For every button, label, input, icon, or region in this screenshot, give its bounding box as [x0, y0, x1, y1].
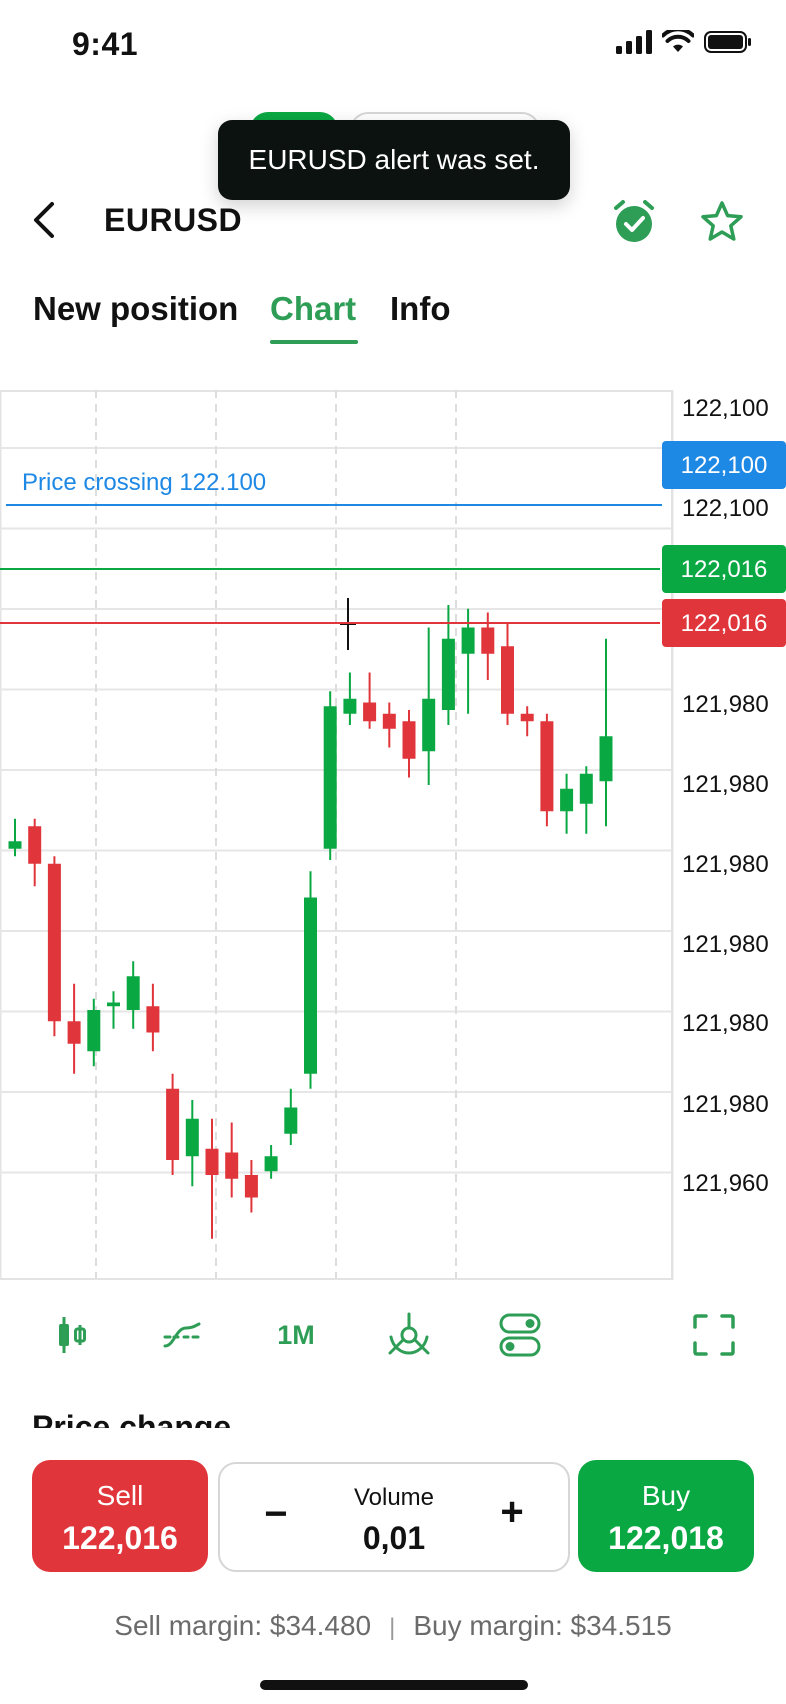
chart-type-button[interactable]: [52, 1310, 92, 1360]
candle-body: [166, 1088, 180, 1160]
buy-label: Buy: [641, 1480, 691, 1511]
volume-stepper: − Volume 0,01 +: [218, 1462, 570, 1572]
candle-body: [67, 1021, 81, 1044]
candle-body: [8, 841, 22, 849]
margin-separator: |: [389, 1614, 396, 1641]
candle-body: [87, 1010, 101, 1052]
sell-margin: Sell margin: $34.480: [114, 1610, 372, 1641]
sell-price: 122,016: [62, 1520, 178, 1556]
y-axis-label: 121,960: [682, 1170, 769, 1197]
candle-body: [501, 646, 514, 714]
timeframe-button[interactable]: 1M: [268, 1310, 324, 1360]
alert-label: Price crossing 122.100: [22, 469, 266, 496]
candle-body: [363, 702, 377, 722]
page-title: EURUSD: [104, 202, 243, 238]
price-change-heading-text: Price change: [32, 1410, 232, 1428]
signal-icon: [616, 30, 652, 54]
candle-body: [225, 1152, 239, 1179]
y-axis-label: 121,980: [682, 851, 769, 878]
tab-new-position[interactable]: New position: [33, 290, 238, 328]
volume-increase-button[interactable]: +: [492, 1490, 532, 1540]
candle-body: [107, 1002, 120, 1007]
drawing-tools-button[interactable]: [384, 1310, 434, 1360]
chart-area[interactable]: Price crossing 122.100 122,100 122,100 121…: [0, 390, 786, 1282]
candle-body: [146, 1006, 160, 1033]
y-axis-label: 121,980: [682, 1091, 769, 1118]
buy-price-tag: 122,016: [681, 556, 768, 583]
y-axis-label: 121,980: [682, 931, 769, 958]
sell-price-tag: 122,016: [681, 610, 768, 637]
favorite-button[interactable]: [698, 198, 746, 246]
y-axis-label: 121,980: [682, 691, 769, 718]
tab-chart[interactable]: Chart: [270, 290, 356, 328]
candle-body: [244, 1175, 258, 1198]
fullscreen-icon: [693, 1314, 735, 1356]
tab-info[interactable]: Info: [390, 290, 450, 328]
alarm-check-icon: [614, 200, 654, 242]
home-indicator: [260, 1680, 528, 1690]
chart-settings-button[interactable]: [498, 1310, 542, 1360]
y-axis-label: 121,980: [682, 771, 769, 798]
candle-body: [382, 713, 396, 729]
tabs: New position Chart Info: [0, 290, 786, 350]
toast-message: EURUSD alert was set.: [248, 144, 540, 175]
candle-body: [284, 1107, 298, 1134]
candle-body: [520, 713, 534, 722]
alert-price-tag: 122,100: [681, 452, 768, 479]
y-axis-label: 122,100: [682, 395, 769, 422]
candle-body: [461, 627, 475, 654]
candle-body: [185, 1118, 199, 1157]
candle-body: [441, 638, 455, 710]
candlestick-icon: [59, 1317, 86, 1353]
wifi-icon: [662, 30, 694, 52]
margin-info: Sell margin: $34.480 | Buy margin: $34.515: [0, 1610, 786, 1642]
indicators-button[interactable]: [160, 1310, 204, 1360]
y-axis-label: 121,980: [682, 1010, 769, 1037]
candle-body: [402, 721, 416, 759]
toggles-icon: [499, 1313, 541, 1357]
candle-body: [540, 721, 554, 812]
chart-toolbar: 1M: [0, 1300, 786, 1370]
buy-button[interactable]: Buy 122,018: [578, 1460, 754, 1572]
back-button[interactable]: [26, 198, 66, 242]
tab-active-indicator: [270, 340, 358, 344]
candle-body: [47, 863, 61, 1022]
indicators-icon: [163, 1322, 201, 1348]
battery-icon: [704, 31, 751, 53]
candle-body: [560, 788, 574, 812]
candle-body: [481, 627, 495, 654]
candle-body: [422, 698, 436, 752]
status-time: 9:41: [72, 26, 139, 62]
candle-body: [323, 706, 337, 849]
sell-button[interactable]: Sell 122,016: [32, 1460, 208, 1572]
buy-margin: Buy margin: $34.515: [413, 1610, 672, 1641]
candle-body: [126, 976, 140, 1010]
candle-body: [304, 897, 317, 1074]
sell-label: Sell: [96, 1480, 144, 1511]
alarm-button[interactable]: [610, 198, 658, 246]
star-outline-icon: [701, 201, 743, 241]
candle-body: [205, 1148, 219, 1175]
chevron-left-icon: [34, 202, 54, 238]
toast-notification: EURUSD alert was set.: [218, 120, 570, 200]
y-axis-label: 122,100: [682, 495, 769, 522]
price-change-heading: Price change: [32, 1410, 332, 1428]
candle-body: [264, 1156, 278, 1172]
status-bar: 9:41: [0, 0, 786, 96]
candle-body: [599, 736, 613, 782]
buy-price: 122,018: [608, 1520, 724, 1556]
candle-body: [28, 826, 42, 864]
timeframe-label: 1M: [277, 1319, 315, 1350]
drawing-tools-icon: [388, 1312, 430, 1355]
candle-body: [579, 773, 593, 804]
candle-body: [343, 698, 357, 714]
status-icons: [616, 30, 752, 54]
price-chart[interactable]: Price crossing 122.100 122,100 122,100 121…: [0, 390, 786, 1282]
fullscreen-button[interactable]: [690, 1310, 738, 1360]
trade-panel: Sell 122,016 − Volume 0,01 + Buy 122,018…: [0, 1428, 786, 1704]
